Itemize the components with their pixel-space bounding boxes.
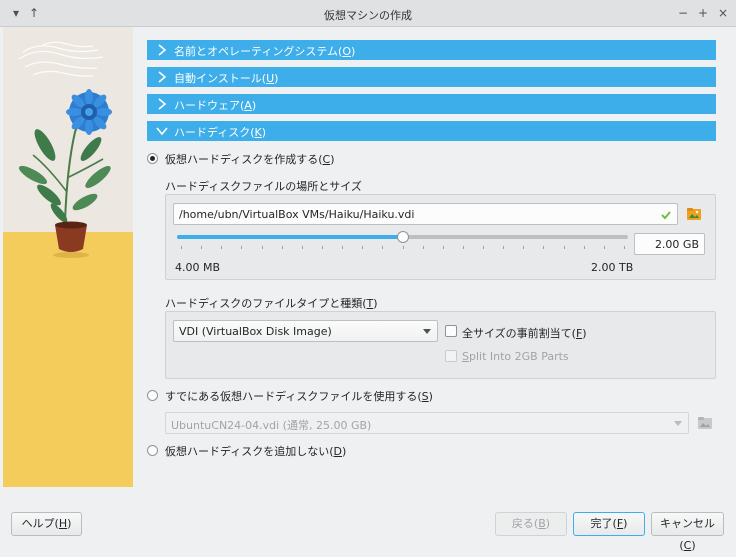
chevron-right-icon [158,71,167,83]
slider-tick [321,246,323,249]
choose-existing-folder-icon[interactable] [697,415,713,431]
section-hardware[interactable]: ハードウェア(A) [147,94,716,114]
use-existing-radio[interactable] [147,390,158,401]
section-unattended-install[interactable]: 自動インストール(U) [147,67,716,87]
slider-tick [624,246,625,249]
wizard-illustration [3,27,133,487]
slider-tick [483,246,485,249]
section-name-os[interactable]: 名前とオペレーティングシステム(O) [147,40,716,60]
slider-tick [523,246,525,249]
slider-tick [543,246,545,249]
no-disk-label: 仮想ハードディスクを追加しない(D) [165,445,347,458]
slider-tick [603,246,605,249]
slider-tick [503,246,505,249]
slider-tick [402,246,404,249]
create-disk-radio[interactable] [147,153,158,164]
disk-size-slider-fill [177,235,403,239]
file-type-heading: ハードディスクのファイルタイプと種類(T) [165,297,378,310]
slider-tick [362,246,364,249]
disk-size-field[interactable]: 2.00 GB [634,233,705,255]
minimize-button[interactable]: − [675,5,691,21]
chevron-down-icon [156,127,168,136]
split-2gb-checkbox[interactable] [445,350,457,362]
disk-size-slider-handle[interactable] [396,231,409,243]
split-2gb-label: Split Into 2GB Parts [462,350,569,363]
existing-disk-select[interactable]: UbuntuCN24-04.vdi (通常, 25.00 GB) [165,412,689,434]
slider-tick [342,246,344,249]
title-bar: ▾ ↑ 仮想マシンの作成 − + × [0,0,736,27]
wizard-content: 名前とオペレーティングシステム(O) 自動インストール(U) ハードウェア(A)… [133,27,733,504]
slider-tick [281,246,283,249]
min-size-label: 4.00 MB [175,261,221,274]
section-label: ハードウェア( [174,99,245,112]
choose-file-folder-icon[interactable] [686,206,702,222]
chevron-right-icon [158,44,167,56]
slider-tick [301,246,303,249]
section-label: 自動インストール( [174,72,267,85]
slider-tick [181,246,182,249]
slider-tick [382,246,384,249]
valid-check-icon [661,211,671,220]
slider-tick [583,246,585,249]
back-button[interactable]: 戻る(B) [495,512,567,536]
max-size-label: 2.00 TB [591,261,634,274]
slider-tick [563,246,565,249]
close-button[interactable]: × [715,5,731,21]
chevron-down-icon [423,329,431,334]
slider-tick [261,246,263,249]
cancel-button[interactable]: キャンセル(C) [651,512,724,552]
slider-tick [462,246,464,249]
no-disk-radio[interactable] [147,445,158,456]
window-title: 仮想マシンの作成 [324,9,412,22]
button-row: ヘルプ(H) 戻る(B) 完了(F) キャンセル(C) [0,504,736,552]
section-label: 名前とオペレーティングシステム( [174,45,343,58]
maximize-button[interactable]: + [695,5,711,21]
chevron-right-icon [158,98,167,110]
slider-tick [221,246,223,249]
create-vm-dialog: ▾ ↑ 仮想マシンの作成 − + × 名前とオペレーティングシステム(O) 自動… [0,0,736,552]
preallocate-label: 全サイズの事前割当て(F) [462,327,587,340]
section-label: ハードディスク( [174,126,255,139]
section-hard-disk[interactable]: ハードディスク(K) [147,121,716,141]
help-button[interactable]: ヘルプ(H) [11,512,82,536]
chevron-down-icon [674,421,682,426]
slider-tick [442,246,444,249]
finish-button[interactable]: 完了(F) [573,512,645,536]
disk-path-field[interactable]: /home/ubn/VirtualBox VMs/Haiku/Haiku.vdi [173,203,678,225]
use-existing-label: すでにある仮想ハードディスクファイルを使用する(S) [165,390,433,403]
slider-tick [422,246,424,249]
location-heading: ハードディスクファイルの場所とサイズ [165,180,362,193]
disk-type-select[interactable]: VDI (VirtualBox Disk Image) [173,320,438,342]
create-disk-label: 仮想ハードディスクを作成する(C) [165,153,335,166]
preallocate-checkbox[interactable] [445,325,457,337]
slider-tick [241,246,243,249]
slider-tick [201,246,203,249]
